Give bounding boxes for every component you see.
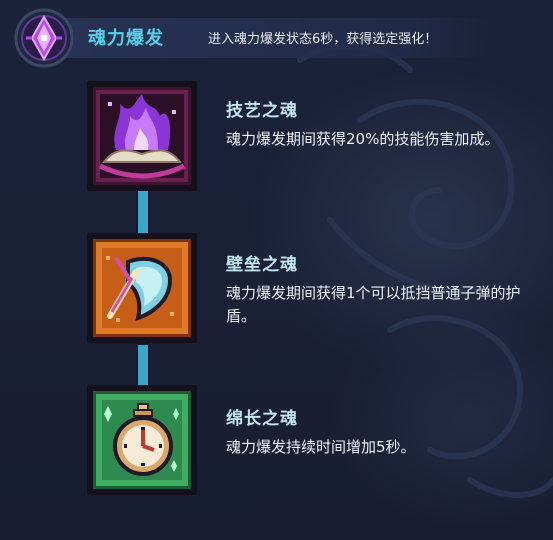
stopwatch-icon[interactable] (86, 384, 198, 496)
skill-name: 壁垒之魂 (226, 255, 298, 275)
skill-description: 魂力爆发持续时间增加5秒。 (226, 438, 416, 456)
purple-flame-icon[interactable] (86, 80, 198, 192)
skill-description: 魂力爆发期间获得1个可以抵挡普通子弹的护盾。 (226, 284, 521, 325)
skill-description: 魂力爆发期间获得20%的技能伤害加成。 (226, 130, 500, 148)
skill-name: 技艺之魂 (226, 101, 298, 121)
skill-connector (138, 345, 148, 387)
skill-name: 绵长之魂 (226, 409, 298, 429)
skill-connector (138, 190, 148, 234)
shield-icon[interactable] (86, 232, 198, 344)
purple-crystal-icon (14, 8, 74, 68)
header-description: 进入魂力爆发状态6秒，获得选定强化！ (208, 32, 438, 47)
header-title: 魂力爆发 (88, 28, 164, 49)
soul-burst-panel: 魂力爆发 进入魂力爆发状态6秒，获得选定强化！ 技艺之魂 魂力爆发期间获得20%… (0, 0, 553, 540)
